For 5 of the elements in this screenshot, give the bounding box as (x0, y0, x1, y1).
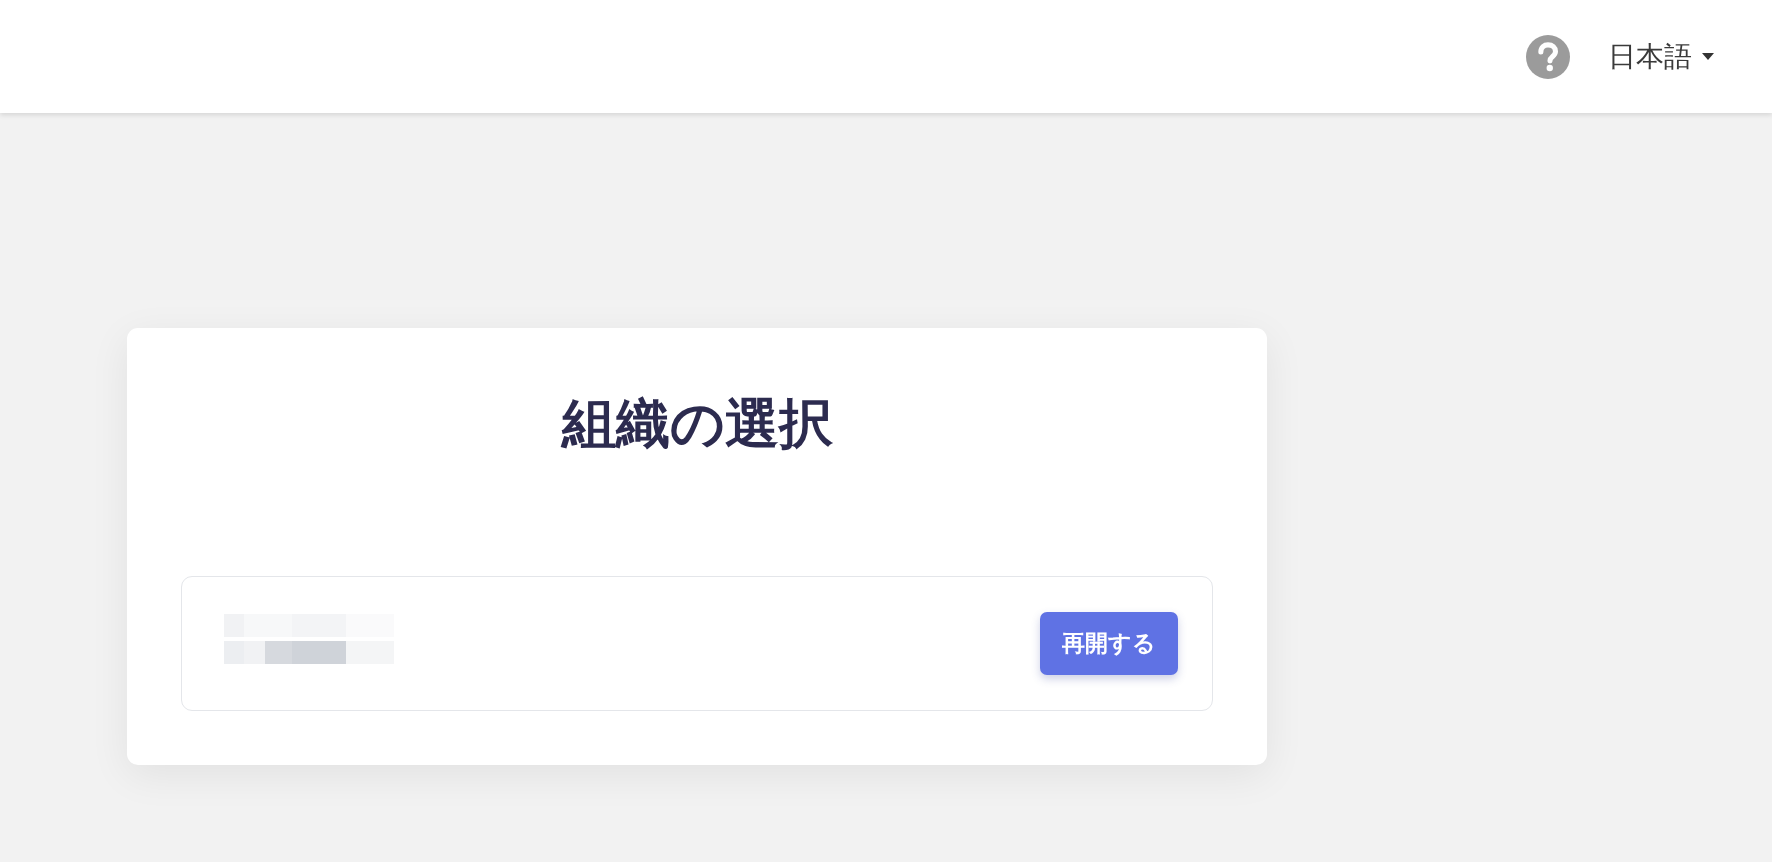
page-title: 組織の選択 (561, 391, 833, 457)
language-dropdown[interactable]: 日本語 (1606, 35, 1716, 78)
caret-icon (1702, 53, 1714, 60)
help-icon[interactable] (1526, 34, 1570, 79)
resume-button[interactable]: 再開する (1040, 611, 1178, 676)
